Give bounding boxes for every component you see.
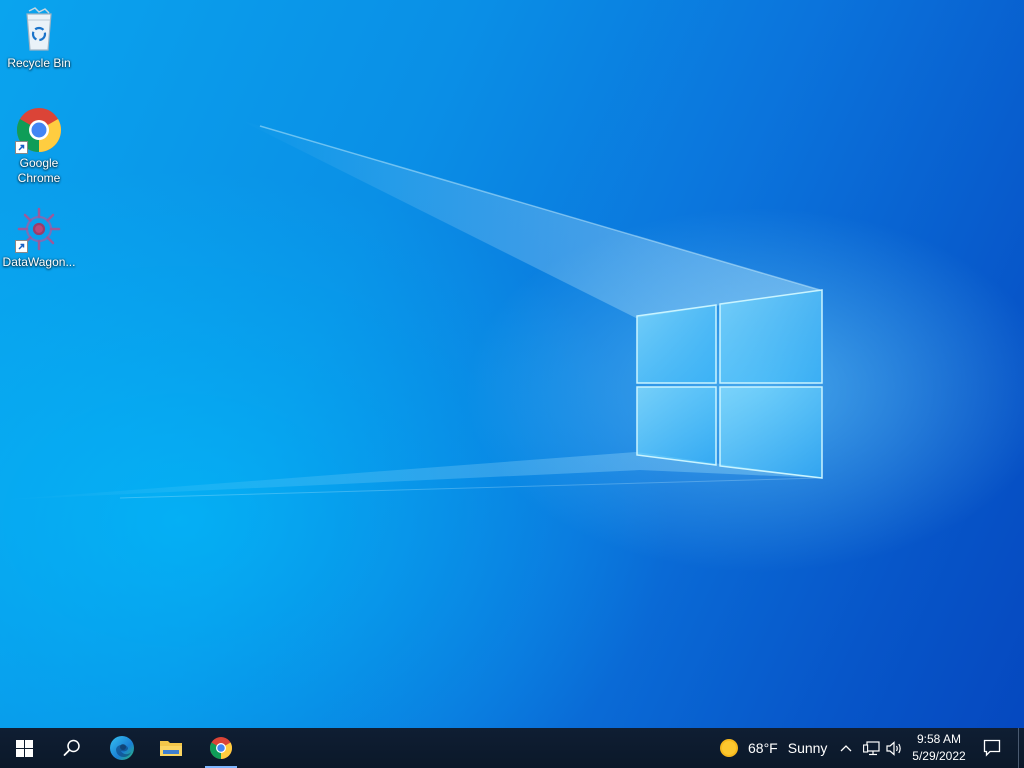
taskbar: 68°F Sunny 9:58 AM 5/29/2022 <box>0 728 1024 768</box>
weather-condition: Sunny <box>787 740 828 756</box>
datawagon-icon <box>15 205 63 253</box>
wallpaper-light-beams <box>0 120 821 500</box>
chrome-icon <box>210 737 232 759</box>
windows-start-icon <box>15 739 33 757</box>
recycle-bin-icon <box>15 6 63 54</box>
search-icon <box>63 739 80 756</box>
clock[interactable]: 9:58 AM 5/29/2022 <box>906 731 972 765</box>
folder-icon <box>160 741 182 756</box>
chevron-up-icon <box>840 745 852 752</box>
chrome-icon <box>15 106 63 154</box>
clock-date: 5/29/2022 <box>912 749 966 763</box>
search-button[interactable] <box>48 728 96 768</box>
show-hidden-icons-button[interactable] <box>836 728 856 768</box>
weather-widget[interactable]: 68°F Sunny <box>718 728 827 768</box>
taskbar-edge-button[interactable] <box>98 728 146 768</box>
desktop-icon-datawagon[interactable]: DataWagon... <box>1 205 77 270</box>
volume-icon <box>886 740 901 756</box>
sun-icon <box>720 739 738 757</box>
network-button[interactable] <box>860 728 882 768</box>
shortcut-arrow-icon <box>15 240 28 253</box>
edge-icon <box>110 736 134 760</box>
desktop[interactable]: Recycle Bin Google Chrome DataWagon... <box>0 0 1024 728</box>
windows-logo-wallpaper <box>636 289 823 479</box>
shortcut-arrow-icon <box>15 141 28 154</box>
action-center-button[interactable] <box>968 728 1016 768</box>
notification-icon <box>983 739 1001 757</box>
start-button[interactable] <box>0 728 48 768</box>
desktop-icon-recycle-bin[interactable]: Recycle Bin <box>1 6 77 71</box>
desktop-icon-label: DataWagon... <box>2 255 76 269</box>
desktop-icon-label: Recycle Bin <box>7 56 71 70</box>
volume-button[interactable] <box>884 728 906 768</box>
clock-time: 9:58 AM <box>916 732 962 746</box>
taskbar-chrome-button[interactable] <box>197 728 245 768</box>
desktop-icon-google-chrome[interactable]: Google Chrome <box>1 106 77 186</box>
show-desktop-button[interactable] <box>1018 728 1024 768</box>
weather-temperature: 68°F <box>748 740 778 756</box>
taskbar-file-explorer-button[interactable] <box>147 728 195 768</box>
desktop-icon-label: Google Chrome <box>17 156 61 185</box>
network-icon <box>862 740 880 755</box>
